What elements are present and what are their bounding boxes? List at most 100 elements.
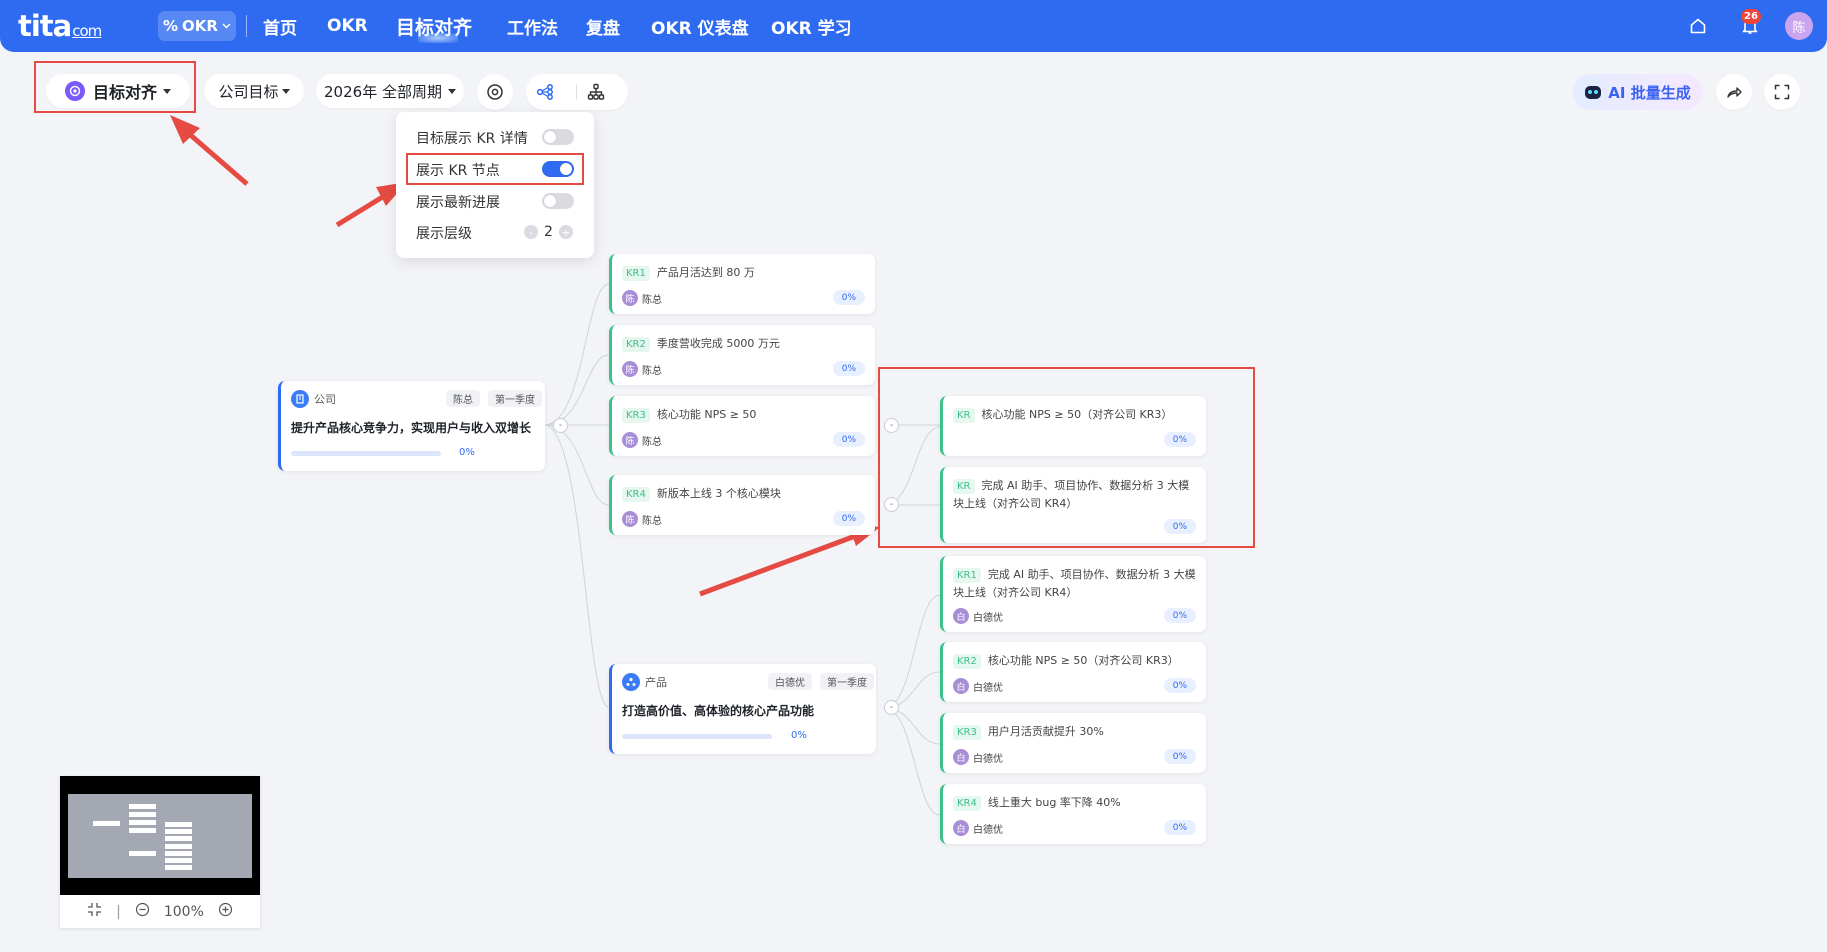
minimap-viewport[interactable]: [68, 794, 252, 878]
kr-owner: 白白德优: [953, 678, 1003, 694]
aligned-kr-card[interactable]: KR 完成 AI 助手、项目协作、数据分析 3 大模块上线（对齐公司 KR4） 0…: [940, 467, 1206, 543]
collapse-button[interactable]: -: [884, 497, 899, 512]
company-kr-card[interactable]: KR4 新版本上线 3 个核心模块 陈陈总 0%: [609, 475, 875, 535]
popup-row-label: 目标展示 KR 详情: [416, 131, 528, 147]
caret-down-icon: [281, 88, 290, 94]
kr-details-toggle[interactable]: [542, 129, 574, 145]
objective-type: 公司: [291, 390, 336, 408]
kr-title-text: 核心功能 NPS ≥ 50（对齐公司 KR3）: [987, 654, 1179, 667]
period-dropdown[interactable]: 2026年 全部周期: [316, 74, 464, 108]
progress-bar: [622, 734, 772, 739]
org-tree-icon[interactable]: [587, 83, 605, 105]
avatar: 陈: [622, 290, 638, 306]
kr-title: KR1 完成 AI 助手、项目协作、数据分析 3 大模块上线（对齐公司 KR4）: [953, 566, 1199, 602]
okr-switcher-label: OKR: [182, 17, 218, 35]
progress-chip: 0%: [1163, 749, 1196, 764]
zoom-out-icon[interactable]: [135, 902, 150, 921]
view-switcher-label: 目标对齐: [92, 83, 157, 102]
product-kr-card[interactable]: KR2 核心功能 NPS ≥ 50（对齐公司 KR3） 白白德优 0%: [940, 642, 1206, 702]
avatar: 陈: [622, 511, 638, 527]
company-kr-card[interactable]: KR1 产品月活达到 80 万 陈陈总 0%: [609, 254, 875, 314]
kr-title-text: 季度营收完成 5000 万元: [656, 337, 780, 350]
product-kr-card[interactable]: KR1 完成 AI 助手、项目协作、数据分析 3 大模块上线（对齐公司 KR4） …: [940, 556, 1206, 632]
avatar: 陈: [622, 361, 638, 377]
minimap-canvas[interactable]: [60, 776, 260, 895]
minimap-node: [165, 836, 192, 841]
progress-chip: 0%: [832, 511, 865, 526]
mindmap-icon[interactable]: [536, 83, 554, 105]
aligned-kr-card[interactable]: KR 核心功能 NPS ≥ 50（对齐公司 KR3） 0%: [940, 396, 1206, 456]
connector-lines: [170, 115, 941, 816]
fullscreen-button[interactable]: [1764, 74, 1800, 110]
view-switcher[interactable]: 目标对齐: [46, 74, 190, 108]
product-kr-card[interactable]: KR4 线上重大 bug 率下降 40% 白白德优 0%: [940, 784, 1206, 844]
nav-work-method[interactable]: 工作法: [507, 0, 558, 52]
nav-okr-learning[interactable]: OKR 学习: [771, 0, 852, 52]
popup-row-label: 展示 KR 节点: [416, 163, 500, 179]
kr-title-text: 新版本上线 3 个核心模块: [656, 487, 781, 500]
product-objective-card[interactable]: 产品 白德优 第一季度 打造高价值、高体验的核心产品功能 0%: [609, 664, 876, 754]
nav-review[interactable]: 复盘: [586, 0, 620, 52]
minimap-node: [129, 812, 156, 817]
minimap-node: [165, 858, 192, 863]
company-kr-card[interactable]: KR3 核心功能 NPS ≥ 50 陈陈总 0%: [609, 396, 875, 456]
owner-name: 陈总: [642, 294, 662, 306]
zoom-controls: | 100%: [60, 895, 260, 928]
kr-title-text: 完成 AI 助手、项目协作、数据分析 3 大模块上线（对齐公司 KR4）: [953, 568, 1196, 599]
kr-title: KR1 产品月活达到 80 万: [622, 264, 755, 282]
kr-owner: 白白德优: [953, 820, 1003, 836]
owner-tag: 白德优: [768, 673, 812, 690]
nav-okr-dashboard[interactable]: OKR 仪表盘: [651, 0, 749, 52]
home-icon[interactable]: [1686, 14, 1710, 38]
percent-icon: %: [163, 17, 179, 35]
zoom-in-icon[interactable]: [218, 902, 233, 921]
kr-code: KR3: [622, 408, 650, 423]
layout-toggle-group: [526, 74, 628, 110]
kr-title-text: 核心功能 NPS ≥ 50（对齐公司 KR3）: [981, 408, 1173, 421]
fit-view-icon[interactable]: [87, 902, 102, 921]
zoom-separator: |: [116, 903, 121, 920]
minimap-node: [165, 851, 192, 856]
level-plus-button[interactable]: +: [558, 225, 573, 239]
okr-switcher[interactable]: % OKR: [158, 11, 236, 41]
objective-type-label: 公司: [314, 393, 336, 406]
popup-row-kr-nodes: 展示 KR 节点: [416, 160, 574, 180]
objective-title: 打造高价值、高体验的核心产品功能: [622, 704, 815, 718]
collapse-button[interactable]: -: [553, 418, 568, 433]
kr-owner: 陈陈总: [622, 511, 662, 527]
kr-code: KR1: [622, 266, 650, 281]
nav-goal-alignment[interactable]: 目标对齐: [396, 0, 472, 52]
latest-progress-toggle[interactable]: [542, 193, 574, 209]
notification-badge: 26: [1741, 9, 1761, 24]
kr-title-text: 线上重大 bug 率下降 40%: [987, 796, 1121, 809]
ai-button-label: AI 批量生成: [1608, 83, 1691, 102]
nav-home[interactable]: 首页: [263, 0, 297, 52]
owner-name: 白德优: [973, 612, 1003, 624]
settings-button[interactable]: [477, 74, 513, 110]
owner-tag: 陈总: [446, 390, 480, 407]
minimap-node: [93, 821, 120, 826]
progress-chip: 0%: [1163, 432, 1196, 447]
kr-owner: 陈陈总: [622, 361, 662, 377]
company-objective-card[interactable]: 公司 陈总 第一季度 提升产品核心竞争力，实现用户与收入双增长 0%: [278, 381, 545, 471]
kr-code: KR2: [953, 654, 981, 669]
user-avatar[interactable]: 陈: [1785, 12, 1813, 40]
kr-title: KR4 新版本上线 3 个核心模块: [622, 485, 781, 503]
popup-row-kr-details: 目标展示 KR 详情: [416, 128, 574, 148]
progress-chip: 0%: [832, 290, 865, 305]
kr-nodes-toggle[interactable]: [542, 161, 574, 177]
logo-text: tita: [18, 9, 72, 43]
product-kr-card[interactable]: KR3 用户月活贡献提升 30% 白白德优 0%: [940, 713, 1206, 773]
avatar: 陈: [622, 432, 638, 448]
ai-batch-generate-button[interactable]: AI 批量生成: [1573, 74, 1703, 110]
collapse-button[interactable]: -: [884, 418, 899, 433]
popup-row-latest-progress: 展示最新进展: [416, 192, 574, 212]
progress-chip: 0%: [832, 361, 865, 376]
tita-logo[interactable]: tita com: [18, 9, 102, 43]
level-minus-button[interactable]: -: [524, 225, 538, 239]
share-button[interactable]: [1716, 74, 1752, 110]
scope-dropdown[interactable]: 公司目标: [204, 74, 304, 108]
collapse-button[interactable]: -: [884, 700, 899, 715]
nav-okr[interactable]: OKR: [327, 0, 368, 52]
company-kr-card[interactable]: KR2 季度营收完成 5000 万元 陈陈总 0%: [609, 325, 875, 385]
